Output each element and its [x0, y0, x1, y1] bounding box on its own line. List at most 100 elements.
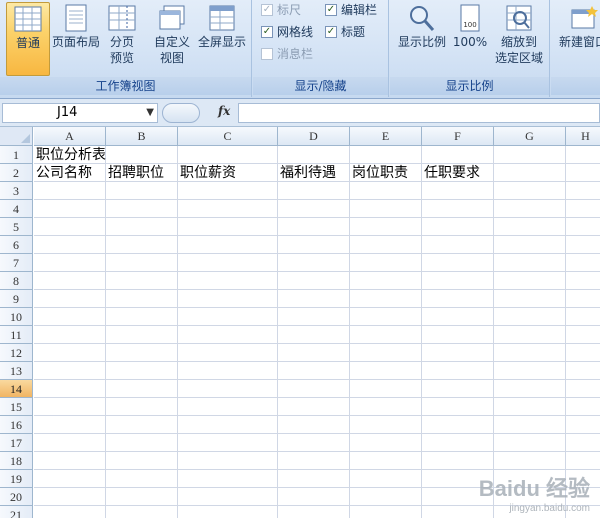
- formula-bar-checkbox[interactable]: ✓ 编辑栏: [325, 1, 377, 19]
- headings-label: 标题: [341, 25, 366, 39]
- column-header-b[interactable]: B: [106, 127, 178, 146]
- formula-bar: J14 ▼ fx: [0, 99, 600, 127]
- column-header-g[interactable]: G: [494, 127, 566, 146]
- row-header-21[interactable]: 21: [0, 506, 33, 518]
- watermark-url: jingyan.baidu.com: [509, 503, 590, 514]
- headings-checkbox[interactable]: ✓ 标题: [325, 23, 365, 41]
- zoom-label: 显示比例: [397, 35, 446, 49]
- row-header-20[interactable]: 20: [0, 488, 33, 506]
- normal-view-button[interactable]: 普通: [6, 2, 50, 76]
- row-gridline: [34, 325, 600, 326]
- custom-views-button[interactable]: 自定义 视图: [150, 2, 194, 76]
- row-header-19[interactable]: 19: [0, 470, 33, 488]
- page-break-preview-button[interactable]: 分页 预览: [102, 2, 142, 76]
- svg-text:100: 100: [463, 21, 476, 29]
- column-header-e[interactable]: E: [350, 127, 422, 146]
- custom-views-label-2: 视图: [159, 51, 184, 65]
- ruler-checkbox[interactable]: ✓ 标尺: [261, 1, 301, 19]
- gridlines-checkbox[interactable]: ✓ 网格线: [261, 23, 313, 41]
- row-header-2[interactable]: 2: [0, 164, 33, 182]
- zoom-to-selection-button[interactable]: 缩放到 选定区域: [492, 2, 546, 76]
- new-window-label: 新建窗口: [558, 35, 600, 49]
- cell-a1[interactable]: 职位分析表: [34, 146, 106, 164]
- cell-a2[interactable]: 公司名称: [34, 164, 92, 182]
- select-all-button[interactable]: [0, 127, 33, 146]
- row-header-8[interactable]: 8: [0, 272, 33, 290]
- custom-views-label-1: 自定义: [153, 35, 190, 49]
- row-gridline: [34, 469, 600, 470]
- column-header-f[interactable]: F: [422, 127, 494, 146]
- row-header-14[interactable]: 14: [0, 380, 33, 398]
- row-header-17[interactable]: 17: [0, 434, 33, 452]
- full-screen-icon: [209, 5, 235, 31]
- name-box-dropdown-icon[interactable]: ▼: [146, 104, 154, 122]
- ruler-check-icon: ✓: [261, 3, 273, 16]
- cell-c2[interactable]: 职位薪资: [178, 164, 236, 182]
- row-header-13[interactable]: 13: [0, 362, 33, 380]
- full-screen-button[interactable]: 全屏显示: [196, 2, 248, 76]
- row-header-9[interactable]: 9: [0, 290, 33, 308]
- new-window-button[interactable]: 新建窗口: [555, 2, 600, 76]
- row-gridline: [34, 397, 600, 398]
- column-header-a[interactable]: A: [34, 127, 106, 146]
- row-header-15[interactable]: 15: [0, 398, 33, 416]
- row-header-5[interactable]: 5: [0, 218, 33, 236]
- row-header-12[interactable]: 12: [0, 344, 33, 362]
- ruler-label: 标尺: [277, 3, 302, 17]
- cell-b2[interactable]: 招聘职位: [106, 164, 164, 182]
- gridlines-label: 网格线: [277, 25, 314, 39]
- cell-f2[interactable]: 任职要求: [422, 164, 480, 182]
- row-gridline: [34, 199, 600, 200]
- zoom-100-icon: 100: [460, 4, 480, 32]
- zoom-to-selection-label-1: 缩放到: [500, 35, 537, 49]
- column-header-h[interactable]: H: [566, 127, 600, 146]
- row-gridline: [34, 415, 600, 416]
- row-gridline: [34, 433, 600, 434]
- show-hide-group-label: 显示/隐藏: [253, 77, 388, 95]
- row-header-16[interactable]: 16: [0, 416, 33, 434]
- row-header-18[interactable]: 18: [0, 452, 33, 470]
- zoom-100-button[interactable]: 100 100%: [450, 2, 490, 76]
- magnifier-icon: [410, 6, 435, 31]
- normal-view-icon: [14, 6, 42, 32]
- row-header-10[interactable]: 10: [0, 308, 33, 326]
- message-bar-label: 消息栏: [277, 47, 314, 61]
- formula-input[interactable]: [238, 103, 600, 123]
- message-bar-check-icon: [261, 47, 273, 60]
- row-header-7[interactable]: 7: [0, 254, 33, 272]
- show-hide-group: ✓ 标尺 ✓ 网格线 消息栏 ✓ 编辑栏 ✓ 标题 显示/隐藏: [253, 0, 389, 97]
- column-header-c[interactable]: C: [178, 127, 278, 146]
- name-box[interactable]: J14 ▼: [2, 103, 158, 123]
- row-header-11[interactable]: 11: [0, 326, 33, 344]
- formula-tools: fx: [160, 103, 238, 123]
- row-header-6[interactable]: 6: [0, 236, 33, 254]
- watermark-logo: Baidu 经验: [478, 476, 590, 501]
- page-layout-button[interactable]: 页面布局: [52, 2, 100, 76]
- row-header-1[interactable]: 1: [0, 146, 33, 164]
- row-header-4[interactable]: 4: [0, 200, 33, 218]
- column-gridline: [177, 146, 178, 518]
- message-bar-checkbox[interactable]: 消息栏: [261, 45, 313, 63]
- column-gridline: [349, 146, 350, 518]
- zoom-group: 显示比例 100 100% 缩放到 选定区域 显示比例: [390, 0, 550, 97]
- row-gridline: [34, 343, 600, 344]
- headings-check-icon: ✓: [325, 25, 337, 38]
- name-box-value: J14: [57, 105, 78, 120]
- row-header-3[interactable]: 3: [0, 182, 33, 200]
- new-window-icon: [571, 6, 598, 29]
- column-header-d[interactable]: D: [278, 127, 350, 146]
- cell-d2[interactable]: 福利待遇: [278, 164, 336, 182]
- row-gridline: [34, 307, 600, 308]
- row-gridline: [34, 289, 600, 290]
- cell-e2[interactable]: 岗位职责: [350, 164, 408, 182]
- zoom-100-label: 100%: [452, 35, 488, 49]
- gridlines-check-icon: ✓: [261, 25, 273, 38]
- zoom-group-label: 显示比例: [390, 77, 549, 95]
- insert-function-button[interactable]: fx: [218, 104, 230, 118]
- zoom-button[interactable]: 显示比例: [396, 2, 448, 76]
- row-gridline: [34, 379, 600, 380]
- expand-formula-button[interactable]: [162, 103, 200, 123]
- zoom-to-selection-label-2: 选定区域: [494, 51, 543, 65]
- row-gridline: [34, 253, 600, 254]
- row-gridline: [34, 217, 600, 218]
